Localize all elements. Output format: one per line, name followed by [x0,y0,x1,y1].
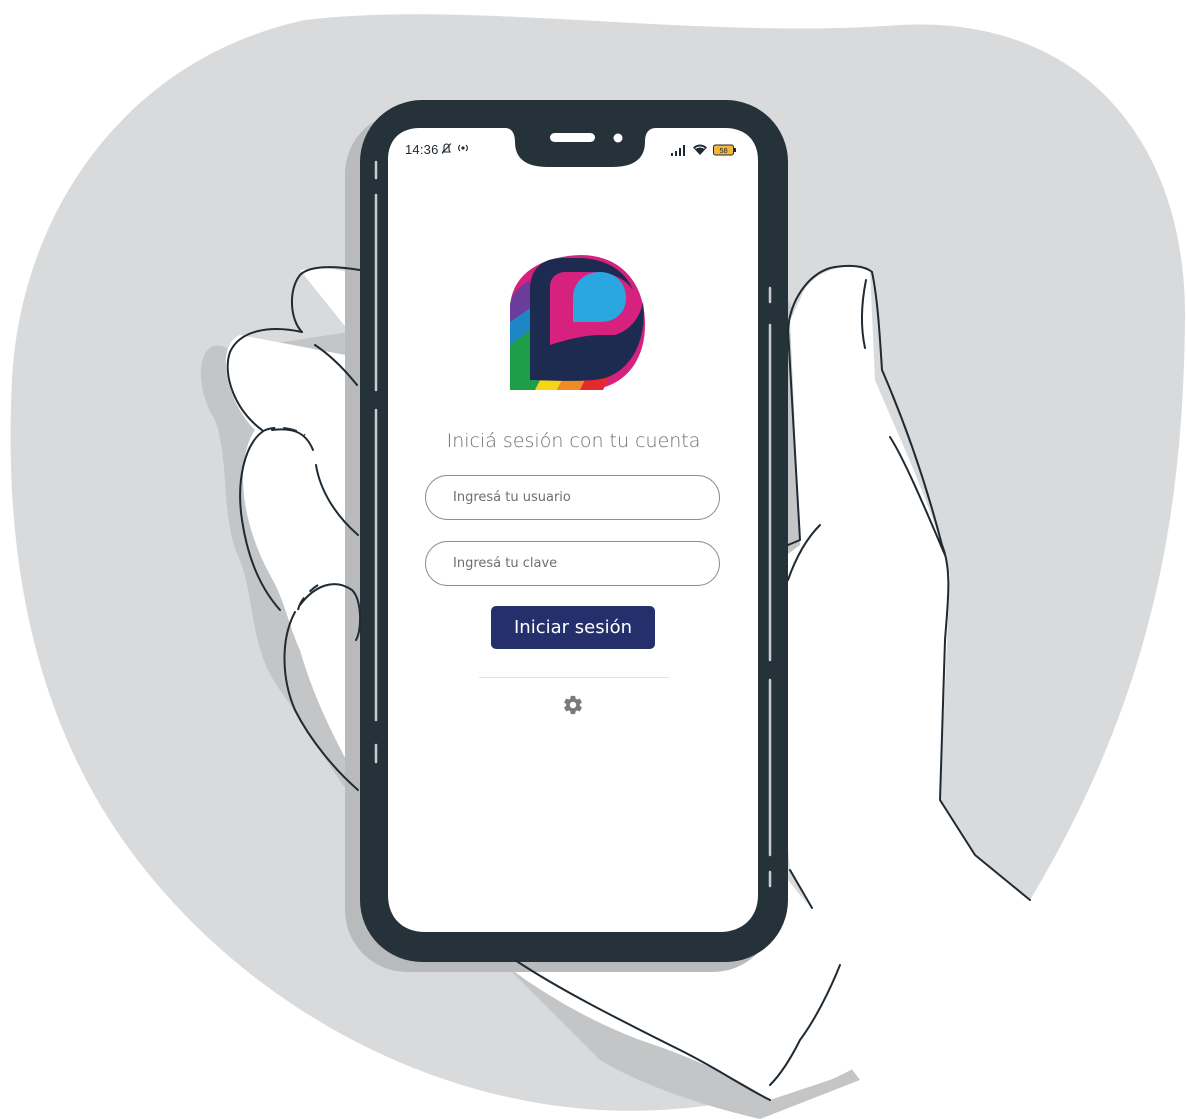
login-button[interactable]: Iniciar sesión [491,606,655,649]
gear-icon[interactable] [562,694,584,716]
bell-off-icon [441,143,452,154]
status-left-icons [440,142,470,156]
username-field[interactable] [425,475,720,520]
divider [479,677,669,678]
app-logo [510,255,645,390]
login-heading: Iniciá sesión con tu cuenta [446,430,701,452]
hotspot-icon [458,144,468,152]
username-input[interactable] [453,490,693,505]
login-screen: 14:36 58 Iniciá sesión con tu cuenta Ing… [0,0,1187,1119]
battery-level: 58 [719,146,727,155]
status-time: 14:36 [405,142,439,157]
password-field[interactable] [425,541,720,586]
signal-icon [671,145,685,156]
password-input[interactable] [453,556,693,571]
battery-icon: 58 [712,144,736,156]
wifi-icon [693,144,708,155]
status-right-icons: 58 [670,142,737,158]
